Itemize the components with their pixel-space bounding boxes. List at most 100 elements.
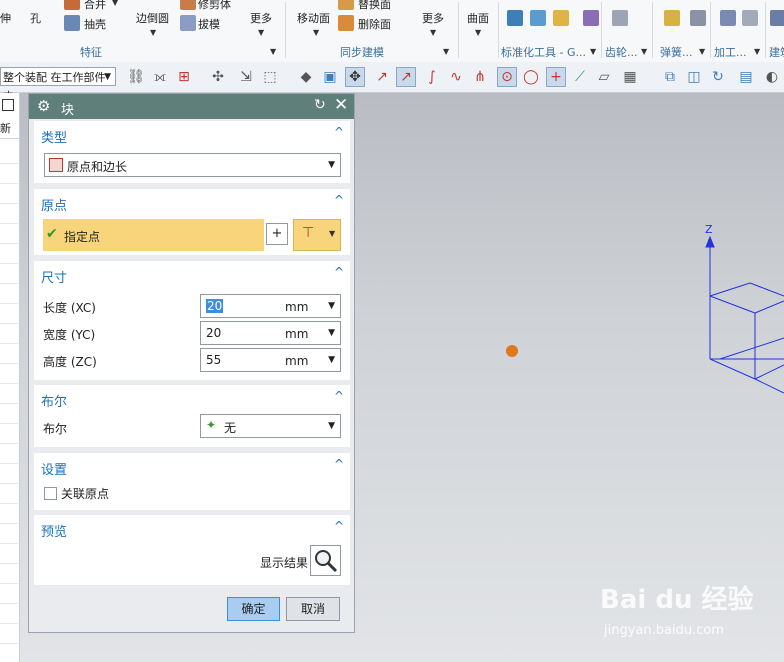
standard-part-icon[interactable] bbox=[553, 10, 569, 26]
collapse-icon[interactable]: ^ bbox=[334, 265, 344, 279]
chevron-down-icon[interactable]: ▼ bbox=[699, 47, 705, 56]
chevron-down-icon[interactable]: ▼ bbox=[641, 47, 647, 56]
rectangle-select-icon[interactable]: ⬚ bbox=[260, 67, 280, 87]
body-icon[interactable]: ◆ bbox=[296, 67, 316, 87]
select-icon[interactable]: ⇲ bbox=[236, 67, 256, 87]
replace-face-button[interactable]: 替换面 bbox=[358, 0, 391, 12]
filter-icon[interactable]: ⟗ bbox=[150, 67, 170, 87]
chevron-down-icon[interactable]: ▼ bbox=[313, 28, 319, 37]
intersection-icon[interactable]: ⋔ bbox=[470, 67, 490, 87]
point-dialog-button[interactable]: + bbox=[266, 223, 288, 245]
standard-part-icon[interactable] bbox=[583, 10, 599, 26]
width-unit: mm bbox=[285, 327, 309, 341]
type-select[interactable]: 原点和边长 ▼ bbox=[44, 153, 341, 177]
build-icon[interactable] bbox=[770, 10, 784, 26]
extend-button[interactable]: 伸 bbox=[0, 10, 11, 26]
endpoint-icon[interactable]: ↗ bbox=[372, 67, 392, 87]
more-button[interactable]: 更多 bbox=[250, 10, 272, 26]
trim-body-button[interactable]: 修剪体 bbox=[198, 0, 231, 12]
ok-button[interactable]: 确定 bbox=[227, 597, 280, 621]
maximize-icon[interactable] bbox=[2, 99, 14, 111]
point-inference-select[interactable]: ⊤ ▼ bbox=[293, 219, 341, 251]
hole-button[interactable]: 孔 bbox=[30, 10, 41, 26]
replace-face-icon bbox=[338, 0, 354, 10]
chevron-down-icon[interactable]: ▼ bbox=[443, 47, 449, 56]
body-icon[interactable]: ▣ bbox=[320, 67, 340, 87]
block-edge bbox=[719, 337, 784, 360]
chevron-down-icon[interactable]: ▼ bbox=[150, 28, 156, 37]
draft-button[interactable]: 拔模 bbox=[198, 16, 220, 32]
select-icon[interactable]: ⊞ bbox=[174, 67, 194, 87]
cancel-button[interactable]: 取消 bbox=[286, 597, 340, 621]
curve-icon[interactable]: ∫ bbox=[422, 67, 442, 87]
standard-part-icon[interactable] bbox=[530, 10, 546, 26]
combine-button[interactable]: 合并 bbox=[84, 0, 106, 12]
refresh-icon[interactable]: ↻ bbox=[708, 67, 728, 87]
shell-button[interactable]: 抽壳 bbox=[84, 16, 106, 32]
associative-origin-checkbox[interactable] bbox=[44, 487, 57, 500]
collapse-icon[interactable]: ^ bbox=[334, 457, 344, 471]
boolean-value: 无 bbox=[224, 421, 237, 435]
filter-icon[interactable]: ⛓ bbox=[126, 67, 146, 87]
boolean-select[interactable]: ✦ 无 ▼ bbox=[200, 414, 341, 438]
navigator-row-divider bbox=[0, 383, 18, 384]
existing-point-icon[interactable]: + bbox=[546, 67, 566, 87]
spline-icon[interactable]: ∿ bbox=[446, 67, 466, 87]
height-input[interactable]: 55 mm ▼ bbox=[200, 348, 341, 372]
collapse-icon[interactable]: ^ bbox=[334, 193, 344, 207]
move-face-button[interactable]: 移动面 bbox=[297, 10, 330, 26]
chevron-down-icon[interactable]: ▼ bbox=[754, 47, 760, 56]
specify-point-row[interactable]: ✔ 指定点 bbox=[43, 219, 264, 251]
boolean-row-label: 布尔 bbox=[43, 422, 68, 436]
edge-blend-button[interactable]: 边倒圆 bbox=[136, 10, 169, 26]
watermark-logo: Bai du 经验 bbox=[600, 585, 754, 615]
chevron-down-icon[interactable]: ▼ bbox=[258, 28, 264, 37]
collapse-icon[interactable]: ^ bbox=[334, 519, 344, 533]
point-on-curve-icon[interactable]: ⟋ bbox=[570, 67, 590, 87]
navigator-row-divider bbox=[0, 403, 18, 404]
chevron-down-icon[interactable]: ▼ bbox=[475, 28, 481, 37]
chevron-down-icon[interactable]: ▼ bbox=[590, 47, 596, 56]
chevron-down-icon[interactable]: ▼ bbox=[112, 0, 118, 7]
snap-point-icon[interactable]: ✥ bbox=[345, 67, 365, 87]
display-icon[interactable]: ◐ bbox=[762, 67, 782, 87]
height-unit: mm bbox=[285, 354, 309, 368]
point-on-face-icon[interactable]: ▱ bbox=[594, 67, 614, 87]
gear-icon[interactable]: ⚙ bbox=[37, 97, 50, 115]
process-icon[interactable] bbox=[720, 10, 736, 26]
surface-button[interactable]: 曲面 bbox=[467, 10, 489, 26]
dialog-titlebar[interactable]: ⚙ 块 ↻ ✕ bbox=[29, 94, 354, 119]
center-icon[interactable]: ⊙ bbox=[497, 67, 517, 87]
chevron-down-icon: ▼ bbox=[328, 421, 335, 431]
view-icon[interactable]: ⧉ bbox=[660, 67, 680, 87]
reset-icon[interactable]: ↻ bbox=[314, 97, 326, 113]
show-result-button[interactable] bbox=[310, 545, 341, 576]
more-button[interactable]: 更多 bbox=[422, 10, 444, 26]
dimensions-section-label: 尺寸 bbox=[41, 271, 68, 286]
select-icon[interactable]: ✣ bbox=[208, 67, 228, 87]
midpoint-icon[interactable]: ↗ bbox=[396, 67, 416, 87]
trim-body-icon bbox=[180, 0, 196, 10]
quadrant-icon[interactable]: ◯ bbox=[521, 67, 541, 87]
selection-scope-select[interactable]: 整个装配 在工作部件内 ▼ bbox=[0, 67, 116, 103]
spring-icon[interactable] bbox=[664, 10, 680, 26]
origin-point[interactable] bbox=[506, 345, 518, 357]
length-input[interactable]: 20 mm ▼ bbox=[200, 294, 341, 318]
navigator-row-divider bbox=[0, 443, 18, 444]
chevron-down-icon[interactable]: ▼ bbox=[430, 28, 436, 37]
gear-icon[interactable] bbox=[612, 10, 628, 26]
chevron-down-icon[interactable]: ▼ bbox=[270, 47, 276, 56]
collapse-icon[interactable]: ^ bbox=[334, 389, 344, 403]
close-icon[interactable]: ✕ bbox=[334, 95, 348, 115]
collapse-icon[interactable]: ^ bbox=[334, 125, 344, 139]
delete-face-button[interactable]: 删除面 bbox=[358, 16, 391, 32]
navigator-row-divider bbox=[0, 583, 18, 584]
standard-part-icon[interactable] bbox=[507, 10, 523, 26]
spring-icon[interactable] bbox=[690, 10, 706, 26]
view-icon[interactable]: ◫ bbox=[684, 67, 704, 87]
process-icon[interactable] bbox=[742, 10, 758, 26]
render-style-icon[interactable]: ▤ bbox=[736, 67, 756, 87]
grid-icon[interactable]: ▦ bbox=[620, 67, 640, 87]
navigator-row-divider bbox=[0, 543, 18, 544]
width-input[interactable]: 20 mm ▼ bbox=[200, 321, 341, 345]
